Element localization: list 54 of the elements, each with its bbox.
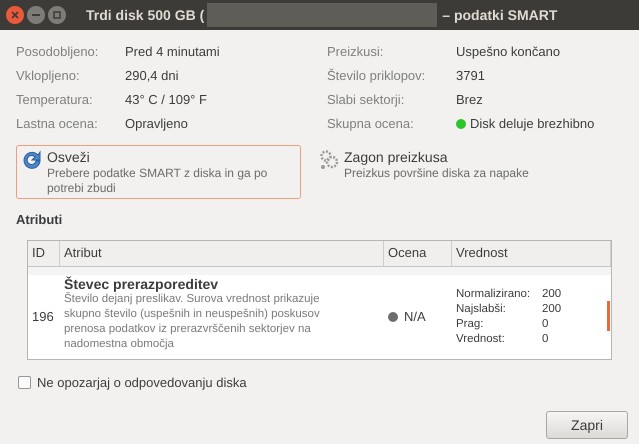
window-title: – podatki SMART [442, 6, 558, 25]
close-dialog-button[interactable]: Zapri [546, 411, 628, 439]
scrollbar-thumb[interactable] [607, 300, 610, 330]
value-label: Vrednost: [456, 332, 506, 346]
info-value: Disk deluje brezhibno [470, 115, 594, 134]
info-value: 43° C / 109° F [125, 91, 207, 110]
window-title: Trdi disk 500 GB ( [86, 6, 204, 25]
maximize-icon [53, 11, 61, 19]
column-header[interactable]: Ocena [384, 240, 452, 266]
assessment-text: N/A [404, 308, 426, 326]
minimize-button[interactable] [27, 6, 45, 24]
info-value: 3791 [456, 67, 485, 86]
value-label: Prag: [456, 316, 484, 332]
table-cell-text: 196 [31, 308, 55, 326]
info-label: Skupna ocena: [327, 115, 415, 134]
info-value: 290,4 dni [125, 67, 178, 86]
action-description: Prebere podatke SMART z diska in ga po potrebi zbudi [47, 166, 268, 196]
maximize-button[interactable] [48, 6, 66, 24]
close-icon [11, 11, 19, 19]
info-value: Uspešno končano [456, 43, 560, 62]
column-header[interactable]: ID [28, 240, 60, 266]
info-label: Število priklopov: [327, 67, 426, 86]
value-text: 0 [542, 332, 548, 346]
value-text: 0 [542, 316, 548, 332]
action-description: Preizkus površine diska za napake [344, 166, 529, 181]
info-label: Preizkusi: [327, 43, 384, 62]
info-label: Slabi sektorji: [327, 91, 406, 110]
column-header[interactable]: Atribut [60, 240, 384, 266]
info-label: Lastna ocena: [16, 115, 99, 134]
refresh-icon [21, 149, 43, 171]
action-title: Zagon preizkusa [344, 149, 449, 166]
refresh-button[interactable]: Osveži Prebere podatke SMART z diska in ga po potrebi zbudi [16, 145, 301, 199]
gears-icon [318, 149, 340, 171]
dont-warn-checkbox[interactable]: Ne opozarjaj o odpovedovanju diska [18, 372, 621, 392]
info-label: Posodobljeno: [16, 43, 100, 62]
action-title: Osveži [47, 149, 91, 166]
info-value: Brez [456, 91, 483, 110]
value-label: Najslabši: [456, 302, 507, 316]
checkbox[interactable] [18, 376, 31, 389]
info-label: Temperatura: [16, 91, 94, 110]
column-header[interactable]: Vrednost [452, 240, 611, 266]
info-value: Opravljeno [125, 115, 188, 134]
attribute-description: Število dejanj preslikav. Surova vrednost prikazuje skupno število (uspešnih in neuspešnih) poskusov prenosa podatkov iz prerazvrščenih sektorjev na nadomestna območja [64, 292, 321, 352]
section-heading: Atributi [15, 211, 64, 229]
info-label: Vklopljeno: [16, 67, 81, 86]
value-text: 200 [542, 286, 562, 302]
value-label: Normalizirano: [456, 286, 532, 302]
attribute-name: Števec prerazporeditev [64, 276, 220, 292]
start-test-button[interactable]: Zagon preizkusa Preizkus površine diska za napake [313, 145, 603, 199]
close-button[interactable] [6, 6, 24, 24]
info-value: Pred 4 minutami [125, 43, 220, 62]
checkbox-label: Ne opozarjaj o odpovedovanju diska [37, 374, 247, 392]
value-text: 200 [542, 302, 562, 316]
minimize-icon [32, 14, 40, 16]
